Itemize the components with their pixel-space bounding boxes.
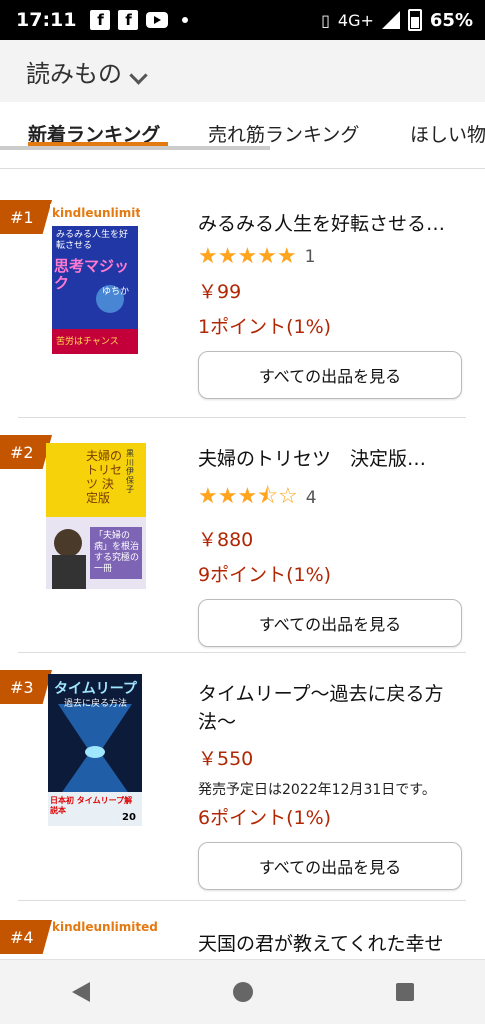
price: ￥99 xyxy=(198,281,242,303)
rating-stars[interactable]: ★★★⯪☆ 4 xyxy=(198,479,463,517)
item-info: 天国の君が教えてくれた幸せ xyxy=(198,930,463,958)
back-icon[interactable] xyxy=(71,982,90,1002)
cover-top-text: みるみる人生を好転させる xyxy=(56,230,129,251)
rank-badge: #1 xyxy=(0,200,52,234)
cover-band-text: 苦労はチャンス xyxy=(56,337,119,347)
release-date-note: 発売予定日は2022年12月31日です。 xyxy=(198,782,436,798)
book-title[interactable]: 夫婦のトリセツ 決定版… xyxy=(198,445,463,473)
home-icon[interactable] xyxy=(232,982,253,1002)
cover-main-text: タイムリープ xyxy=(54,681,137,697)
cover-number: 20 xyxy=(122,812,136,823)
category-dropdown[interactable]: 読みもの xyxy=(26,54,148,89)
cover-main-text: 夫婦のトリセツ 決定版 xyxy=(86,449,123,505)
divider xyxy=(18,652,466,653)
facebook-icon: f xyxy=(118,10,139,30)
divider xyxy=(18,900,466,901)
book-title[interactable]: タイムリープ〜過去に戻る方法〜 xyxy=(198,680,463,736)
points: 1ポイント(1%) xyxy=(198,316,332,338)
status-bar: 17:11 f f ▯ 4G+ 65% xyxy=(0,0,485,40)
recents-icon[interactable] xyxy=(395,983,414,1001)
divider xyxy=(18,417,466,418)
clock: 17:11 xyxy=(16,9,77,31)
ranking-item[interactable]: #4 kindleunlimited 天国の君が教えてくれた幸せ xyxy=(0,920,485,960)
vibrate-icon: ▯ xyxy=(321,10,330,30)
network-label: 4G+ xyxy=(337,10,374,30)
book-title[interactable]: 天国の君が教えてくれた幸せ xyxy=(198,930,463,958)
rating-stars[interactable]: ★★★★★ 1 xyxy=(198,244,463,269)
see-all-offers-button[interactable]: すべての出品を見る xyxy=(198,842,462,890)
book-cover[interactable]: タイムリープ 過去に戻る方法 日本初 タイムリープ解説本 20 xyxy=(48,674,142,826)
tab-scrollbar xyxy=(0,146,270,150)
battery-icon xyxy=(407,9,422,31)
price: ￥880 xyxy=(198,529,254,551)
ranking-tabs: 新着ランキング 売れ筋ランキング ほしい物 xyxy=(0,102,485,169)
item-info: 夫婦のトリセツ 決定版… ★★★⯪☆ 4 ￥880 9ポイント(1%) すべての… xyxy=(198,445,463,647)
notification-dot-icon xyxy=(182,17,189,23)
star-rating-icon: ★★★★★ xyxy=(198,244,297,269)
cover-author: ゆちか xyxy=(102,287,130,297)
cover-author: 黒川伊保子 xyxy=(126,449,134,494)
category-title: 読みもの xyxy=(26,59,122,88)
tab-bestseller-ranking[interactable]: 売れ筋ランキング xyxy=(208,120,359,147)
item-info: タイムリープ〜過去に戻る方法〜 ￥550 発売予定日は2022年12月31日です… xyxy=(198,680,463,890)
points: 6ポイント(1%) xyxy=(198,807,332,829)
see-all-offers-button[interactable]: すべての出品を見る xyxy=(198,599,462,647)
price: ￥550 xyxy=(198,748,254,770)
tab-wishlist[interactable]: ほしい物 xyxy=(410,120,485,147)
star-rating-icon: ★★★⯪☆ xyxy=(198,484,298,509)
points: 9ポイント(1%) xyxy=(198,564,332,586)
cover-sub-text: 過去に戻る方法 xyxy=(64,699,128,709)
review-count: 1 xyxy=(304,246,316,267)
item-info: みるみる人生を好転させる… ★★★★★ 1 ￥99 1ポイント(1%) すべての… xyxy=(198,210,463,399)
system-nav-bar xyxy=(0,959,485,1024)
kindle-unlimited-label: kindleunlimited xyxy=(52,920,158,934)
youtube-icon xyxy=(146,12,169,28)
rank-badge: #4 xyxy=(0,920,52,954)
battery-percent: 65% xyxy=(429,9,473,31)
rank-badge: #3 xyxy=(0,670,52,704)
header: 読みもの xyxy=(0,40,485,103)
facebook-icon: f xyxy=(90,10,111,30)
book-cover[interactable]: kindleunlimited みるみる人生を好転させる 思考マジック ゆちか … xyxy=(50,204,140,356)
cover-band-text: 「夫婦の病」を根治する究極の一冊 xyxy=(94,531,140,574)
chevron-down-icon xyxy=(129,65,148,85)
review-count: 4 xyxy=(305,488,317,508)
see-all-offers-button[interactable]: すべての出品を見る xyxy=(198,351,462,399)
signal-icon xyxy=(381,11,400,29)
book-cover[interactable]: 夫婦のトリセツ 決定版 黒川伊保子 「夫婦の病」を根治する究極の一冊 xyxy=(46,443,146,589)
book-title[interactable]: みるみる人生を好転させる… xyxy=(198,210,463,238)
kindle-unlimited-label: kindleunlimited xyxy=(52,206,140,220)
rank-badge: #2 xyxy=(0,435,52,469)
